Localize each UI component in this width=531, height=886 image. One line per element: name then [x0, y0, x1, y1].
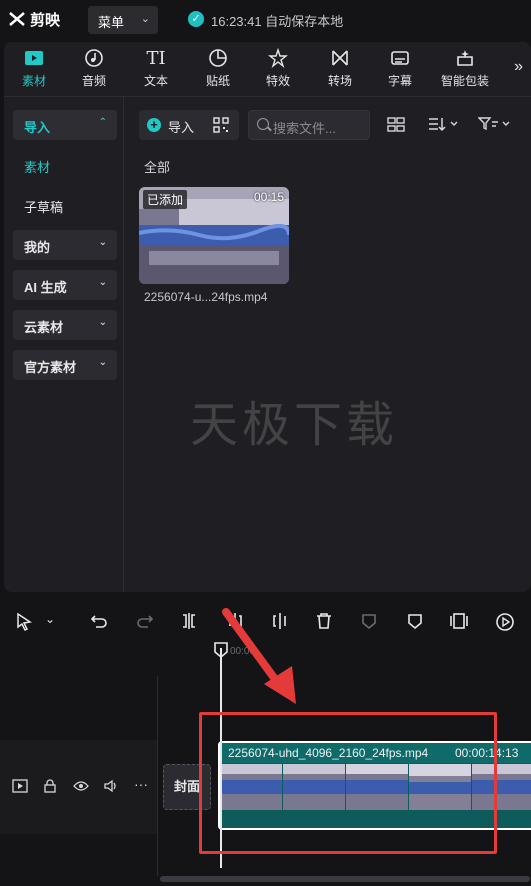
category-tabs: 素材 音频 TI 文本 贴纸 特效 转场 字幕 智能包装 »: [4, 42, 531, 97]
tab-label: 文本: [143, 74, 168, 88]
tab-subtitle[interactable]: 字幕: [370, 42, 430, 96]
sidebar-item-label: 官方素材: [24, 360, 77, 375]
tab-text[interactable]: TI 文本: [126, 42, 186, 96]
watermark-text: 天极下载: [190, 399, 399, 452]
search-input[interactable]: 搜索文件...: [248, 110, 370, 140]
tab-label: 智能包装: [440, 74, 489, 88]
sidebar-item-import[interactable]: 导入 ⌃: [13, 110, 117, 140]
smart-pack-icon: [454, 48, 476, 70]
more-options-icon[interactable]: ···: [134, 776, 148, 792]
sidebar-item-subdraft[interactable]: 子草稿: [13, 190, 117, 220]
tab-label: 贴纸: [205, 74, 230, 88]
media-play-icon: [23, 48, 45, 70]
clip-duration-badge: 00:15: [253, 190, 284, 204]
sidebar-item-mine[interactable]: 我的 ⌄: [13, 230, 117, 260]
sidebar-item-media[interactable]: 素材: [13, 150, 117, 180]
import-button-label: 导入: [168, 120, 195, 135]
tab-label: 特效: [265, 74, 290, 88]
track-video-icon[interactable]: [12, 779, 28, 793]
chevron-down-icon: ⌄: [98, 357, 107, 368]
eye-icon[interactable]: [73, 780, 89, 792]
track-header: ···: [0, 740, 157, 834]
volume-icon[interactable]: [103, 779, 119, 793]
sidebar-item-cloud[interactable]: 云素材 ⌄: [13, 310, 117, 340]
lock-icon[interactable]: [44, 779, 56, 793]
sidebar-item-ai-generate[interactable]: AI 生成 ⌄: [13, 270, 117, 300]
split-icon[interactable]: [180, 612, 198, 630]
select-cursor-icon[interactable]: [15, 612, 35, 632]
tab-label: 素材: [21, 74, 46, 88]
sidebar-item-label: 云素材: [24, 320, 64, 335]
track-divider: [157, 676, 158, 876]
chevron-down-icon: ⌄: [98, 317, 107, 328]
marker-icon[interactable]: [406, 612, 424, 630]
tab-audio[interactable]: 音频: [64, 42, 124, 96]
sort-icon[interactable]: [428, 116, 460, 132]
sidebar-item-label: 导入: [24, 120, 51, 135]
tab-transition[interactable]: 转场: [310, 42, 370, 96]
undo-icon[interactable]: [90, 612, 108, 630]
media-filename: 2256074-u...24fps.mp4: [144, 290, 268, 304]
section-all-label: 全部: [144, 160, 171, 175]
tab-sticker[interactable]: 贴纸: [188, 42, 248, 96]
tab-media[interactable]: 素材: [4, 42, 64, 96]
redo-icon[interactable]: [136, 612, 154, 630]
transition-bowtie-icon: [329, 48, 351, 70]
plus-circle-icon: +: [147, 118, 161, 132]
sidebar-item-label: AI 生成: [24, 280, 67, 295]
added-badge: 已添加: [143, 190, 188, 209]
chevron-up-icon: ⌃: [98, 117, 107, 128]
app-logo-text: 剪映: [30, 12, 61, 29]
search-icon: [257, 118, 269, 130]
tab-smart-pack[interactable]: 智能包装: [432, 42, 498, 96]
sidebar-item-label: 我的: [24, 240, 51, 255]
capcut-logo-icon: [9, 12, 25, 26]
sidebar-item-label: 子草稿: [24, 200, 64, 215]
highlight-box-annotation: [199, 712, 497, 854]
sidebar-item-official[interactable]: 官方素材 ⌄: [13, 350, 117, 380]
timeline-scrollbar[interactable]: [160, 876, 530, 882]
autosave-status: 16:23:41 自动保存本地: [211, 14, 344, 29]
play-circle-icon[interactable]: [495, 612, 515, 632]
more-tabs-chevron-icon[interactable]: »: [514, 58, 523, 76]
sticker-icon: [207, 48, 229, 70]
effects-star-icon: [267, 47, 289, 70]
tab-label: 转场: [327, 74, 352, 88]
tab-label: 字幕: [387, 74, 412, 88]
search-placeholder: 搜索文件...: [273, 121, 336, 136]
qr-code-icon[interactable]: [213, 117, 229, 133]
import-button[interactable]: + 导入: [139, 110, 239, 140]
red-arrow-annotation: [222, 608, 296, 704]
tab-label: 音频: [81, 74, 106, 88]
subtitle-icon: [389, 48, 411, 70]
chevron-down-icon: ⌄: [98, 277, 107, 288]
menu-button[interactable]: 菜单 ⌄: [88, 6, 158, 34]
grid-view-icon[interactable]: [387, 117, 405, 133]
chevron-down-icon[interactable]: ⌄: [45, 612, 55, 626]
sidebar-item-label: 素材: [24, 160, 51, 175]
menu-button-label: 菜单: [98, 15, 125, 30]
chevron-down-icon: ⌄: [98, 237, 107, 248]
delete-icon[interactable]: [315, 612, 333, 630]
filter-icon[interactable]: [478, 116, 512, 132]
text-ti-icon: TI: [146, 48, 166, 69]
freeze-frame-icon[interactable]: [449, 612, 469, 630]
tab-effects[interactable]: 特效: [248, 42, 308, 96]
media-sidebar: 导入 ⌃ 素材 子草稿 我的 ⌄ AI 生成 ⌄ 云素材 ⌄ 官方素材 ⌄: [4, 97, 124, 592]
chevron-down-icon: ⌄: [140, 13, 150, 25]
audio-note-icon: [83, 48, 105, 70]
check-circle-icon: ✓: [188, 11, 204, 27]
media-thumbnail[interactable]: 已添加 00:15: [139, 187, 289, 284]
shield-mark-icon[interactable]: [360, 612, 378, 630]
